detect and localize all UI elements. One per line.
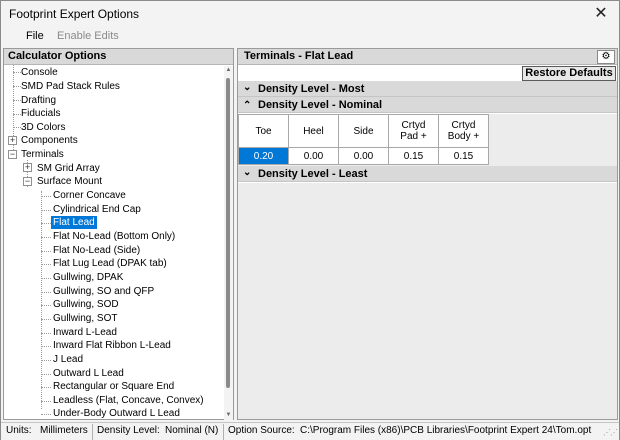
cell-toe[interactable]: 0.20 bbox=[238, 147, 289, 165]
status-bar: Units: Millimeters Density Level: Nomina… bbox=[1, 422, 619, 440]
restore-defaults-button[interactable]: Restore Defaults bbox=[522, 66, 616, 81]
calculator-options-header: Calculator Options bbox=[4, 49, 233, 65]
window-title: Footprint Expert Options bbox=[9, 7, 140, 21]
terminal-options-header: Terminals - Flat Lead ⚙ bbox=[238, 49, 617, 65]
density-most-label: Density Level - Most bbox=[258, 83, 365, 95]
gear-icon[interactable]: ⚙ bbox=[597, 50, 615, 64]
tree-item-inward-flat-ribbon[interactable]: Inward Flat Ribbon L-Lead bbox=[53, 339, 171, 352]
collapse-terminals-icon[interactable]: − bbox=[8, 150, 17, 159]
chevron-down-icon: ⌄ bbox=[243, 82, 252, 93]
density-most-section[interactable]: ⌄ Density Level - Most bbox=[238, 81, 617, 97]
tree-item-gullwing-sod[interactable]: Gullwing, SOD bbox=[53, 298, 119, 311]
tree-item-under-body-outward[interactable]: Under-Body Outward L Lead bbox=[53, 407, 180, 419]
menu-bar: File Enable Edits bbox=[1, 27, 619, 47]
tree-item-rectangular-square-end[interactable]: Rectangular or Square End bbox=[53, 380, 174, 393]
terminal-options-pane: Terminals - Flat Lead ⚙ Restore Defaults… bbox=[237, 48, 618, 420]
tree-item-corner-concave[interactable]: Corner Concave bbox=[53, 189, 126, 202]
cell-crtyd-pad[interactable]: 0.15 bbox=[388, 147, 439, 165]
chevron-up-icon: ⌃ bbox=[243, 100, 252, 111]
empty-area bbox=[238, 183, 617, 419]
tree-item-smd-pad-stack-rules[interactable]: SMD Pad Stack Rules bbox=[21, 80, 120, 93]
option-source-label: Option Source: bbox=[228, 425, 295, 436]
column-header-crtyd-pad: Crtyd Pad + bbox=[388, 114, 439, 148]
tree-scrollbar[interactable]: ▲ ▼ bbox=[224, 66, 233, 420]
density-least-label: Density Level - Least bbox=[258, 168, 368, 180]
resize-grip-icon[interactable]: ⋰⋰ bbox=[603, 428, 618, 437]
tree-item-flat-lead[interactable]: Flat Lead bbox=[51, 216, 97, 229]
menu-enable-edits[interactable]: Enable Edits bbox=[57, 30, 119, 42]
page-title: Terminals - Flat Lead bbox=[244, 50, 354, 62]
column-header-toe: Toe bbox=[238, 114, 289, 148]
column-header-side: Side bbox=[338, 114, 389, 148]
tree-item-leadless[interactable]: Leadless (Flat, Concave, Convex) bbox=[53, 394, 204, 407]
title-bar: Footprint Expert Options ✕ bbox=[1, 1, 619, 27]
tree-item-cylindrical-end-cap[interactable]: Cylindrical End Cap bbox=[53, 203, 141, 216]
collapse-surface-mount-icon[interactable]: − bbox=[23, 177, 32, 186]
tree-item-inward-l-lead[interactable]: Inward L-Lead bbox=[53, 326, 117, 339]
tree-item-sm-grid-array[interactable]: SM Grid Array bbox=[37, 162, 100, 175]
density-level-value: Nominal (N) bbox=[165, 425, 219, 436]
scroll-thumb[interactable] bbox=[226, 78, 230, 388]
tree-item-components[interactable]: Components bbox=[21, 134, 78, 147]
tree-item-console[interactable]: Console bbox=[21, 66, 58, 79]
scroll-up-arrow-icon[interactable]: ▲ bbox=[225, 67, 232, 73]
units-value: Millimeters bbox=[40, 425, 88, 436]
tree-item-gullwing-dpak[interactable]: Gullwing, DPAK bbox=[53, 271, 123, 284]
tree-item-3d-colors[interactable]: 3D Colors bbox=[21, 121, 65, 134]
density-nominal-section[interactable]: ⌃ Density Level - Nominal bbox=[238, 97, 617, 113]
tree-item-flat-no-lead-side[interactable]: Flat No-Lead (Side) bbox=[53, 244, 140, 257]
column-header-crtyd-body: Crtyd Body + bbox=[438, 114, 489, 148]
crtyd-body-label: Crtyd Body + bbox=[447, 120, 480, 142]
tree-item-fiducials[interactable]: Fiducials bbox=[21, 107, 60, 120]
chevron-down-icon: ⌄ bbox=[243, 167, 252, 178]
tree-item-j-lead[interactable]: J Lead bbox=[53, 353, 83, 366]
cell-crtyd-body[interactable]: 0.15 bbox=[438, 147, 489, 165]
options-window: Footprint Expert Options ✕ File Enable E… bbox=[0, 0, 620, 440]
tree-item-flat-lug-lead[interactable]: Flat Lug Lead (DPAK tab) bbox=[53, 257, 167, 270]
tree-item-terminals[interactable]: Terminals bbox=[21, 148, 64, 161]
density-nominal-label: Density Level - Nominal bbox=[258, 99, 383, 111]
column-header-heel: Heel bbox=[288, 114, 339, 148]
calculator-options-pane: Calculator Options Console SMD Pad Stack… bbox=[3, 48, 234, 420]
menu-file[interactable]: File bbox=[26, 30, 44, 42]
crtyd-pad-label: Crtyd Pad + bbox=[400, 120, 427, 142]
close-icon[interactable]: ✕ bbox=[589, 2, 613, 26]
units-label: Units: bbox=[6, 425, 32, 436]
cell-side[interactable]: 0.00 bbox=[338, 147, 389, 165]
tree-item-gullwing-so-qfp[interactable]: Gullwing, SO and QFP bbox=[53, 285, 154, 298]
tree-item-drafting[interactable]: Drafting bbox=[21, 94, 56, 107]
nominal-values-area: Toe Heel Side Crtyd Pad + Crtyd Body + 0… bbox=[238, 114, 617, 166]
expand-components-icon[interactable]: + bbox=[8, 136, 17, 145]
tree-item-surface-mount[interactable]: Surface Mount bbox=[37, 175, 102, 188]
density-least-section[interactable]: ⌄ Density Level - Least bbox=[238, 166, 617, 182]
tree-item-outward-l-lead[interactable]: Outward L Lead bbox=[53, 367, 124, 380]
nominal-values-table: Toe Heel Side Crtyd Pad + Crtyd Body + 0… bbox=[238, 114, 489, 165]
cell-heel[interactable]: 0.00 bbox=[288, 147, 339, 165]
scroll-down-arrow-icon[interactable]: ▼ bbox=[225, 412, 232, 418]
options-tree: Console SMD Pad Stack Rules Drafting Fid… bbox=[4, 65, 233, 419]
tree-item-gullwing-sot[interactable]: Gullwing, SOT bbox=[53, 312, 117, 325]
option-source-value: C:\Program Files (x86)\PCB Libraries\Foo… bbox=[300, 425, 592, 436]
density-level-label: Density Level: bbox=[97, 425, 160, 436]
expand-sm-grid-array-icon[interactable]: + bbox=[23, 163, 32, 172]
tree-item-flat-no-lead-bottom[interactable]: Flat No-Lead (Bottom Only) bbox=[53, 230, 175, 243]
